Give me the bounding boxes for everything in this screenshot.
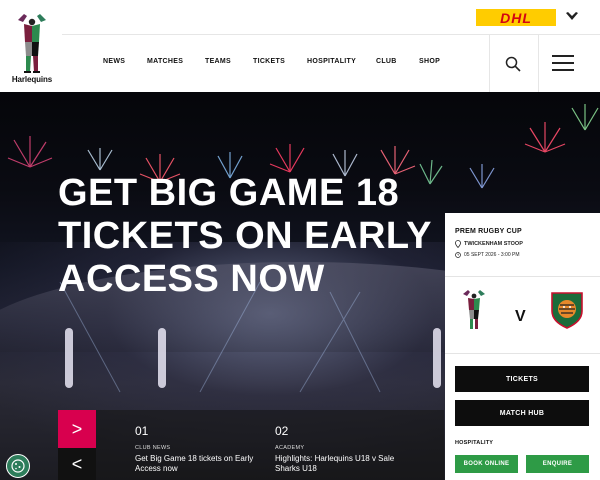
nav-club[interactable]: CLUB <box>376 58 397 65</box>
news-card-category: ACADEMY <box>275 445 305 451</box>
slider-prev-button[interactable]: < <box>58 448 96 480</box>
page: Harlequins DHL NEWS MATCHES TEAMS TICKET… <box>0 0 600 480</box>
news-card-number: 01 <box>135 424 149 438</box>
news-carousel: 01 CLUB NEWS Get Big Game 18 tickets on … <box>96 410 444 480</box>
match-hub-button[interactable]: MATCH HUB <box>455 400 589 426</box>
nav-matches[interactable]: MATCHES <box>147 58 183 65</box>
slider-next-button[interactable]: > <box>58 410 96 448</box>
nav-shop[interactable]: SHOP <box>419 58 440 65</box>
cookie-icon <box>11 459 25 473</box>
harlequins-crest-icon <box>18 14 46 73</box>
header-divider-right <box>538 35 539 92</box>
match-venue: TWICKENHAM STOOP <box>455 240 523 248</box>
location-pin-icon <box>455 240 461 248</box>
cookie-settings-button[interactable] <box>6 454 30 478</box>
header-divider-left <box>489 35 490 92</box>
hero-headline[interactable]: GET BIG GAME 18 TICKETS ON EARLY ACCESS … <box>58 172 438 301</box>
sponsor-logo[interactable]: DHL <box>476 9 556 26</box>
header-divider <box>62 34 600 35</box>
search-icon[interactable] <box>504 55 522 73</box>
match-card: PREM RUGBY CUP TWICKENHAM STOOP 05 SEPT … <box>445 213 600 480</box>
nav-tickets[interactable]: TICKETS <box>253 58 285 65</box>
news-card-number: 02 <box>275 424 289 438</box>
card-divider <box>445 276 600 277</box>
news-card[interactable]: 01 CLUB NEWS Get Big Game 18 tickets on … <box>135 424 265 474</box>
match-venue-text: TWICKENHAM STOOP <box>464 241 523 247</box>
match-date: 05 SEPT 2026 - 3:00 PM <box>455 252 520 258</box>
enquire-button[interactable]: ENQUIRE <box>526 455 589 473</box>
news-card[interactable]: 02 ACADEMY Highlights: Harlequins U18 v … <box>275 424 405 474</box>
nav-hospitality[interactable]: HOSPITALITY <box>307 58 356 65</box>
club-logo[interactable]: Harlequins <box>8 12 56 88</box>
nav-teams[interactable]: TEAMS <box>205 58 231 65</box>
tickets-button[interactable]: TICKETS <box>455 366 589 392</box>
chevron-left-icon: < <box>71 453 83 474</box>
book-online-button[interactable]: BOOK ONLINE <box>455 455 518 473</box>
leicester-tigers-crest-icon[interactable] <box>549 289 585 329</box>
hospitality-heading: HOSPITALITY <box>455 440 494 446</box>
chevron-right-icon: > <box>71 418 83 439</box>
kit-supplier-icon[interactable] <box>565 11 579 23</box>
versus-label: V <box>515 308 526 325</box>
calendar-icon <box>455 252 461 258</box>
logo-wordmark: Harlequins <box>11 75 53 84</box>
news-card-title: Highlights: Harlequins U18 v Sale Sharks… <box>275 454 395 473</box>
card-divider <box>445 353 600 354</box>
nav-news[interactable]: NEWS <box>103 58 125 65</box>
site-header: Harlequins DHL NEWS MATCHES TEAMS TICKET… <box>0 0 600 92</box>
news-card-title: Get Big Game 18 tickets on Early Access … <box>135 454 254 473</box>
harlequins-crest-icon[interactable] <box>459 289 489 331</box>
match-date-text: 05 SEPT 2026 - 3:00 PM <box>464 252 520 258</box>
hamburger-menu-icon[interactable] <box>552 55 576 73</box>
news-card-category: CLUB NEWS <box>135 445 171 451</box>
sponsor-logo-text: DHL <box>500 9 532 26</box>
match-competition: PREM RUGBY CUP <box>455 228 522 235</box>
